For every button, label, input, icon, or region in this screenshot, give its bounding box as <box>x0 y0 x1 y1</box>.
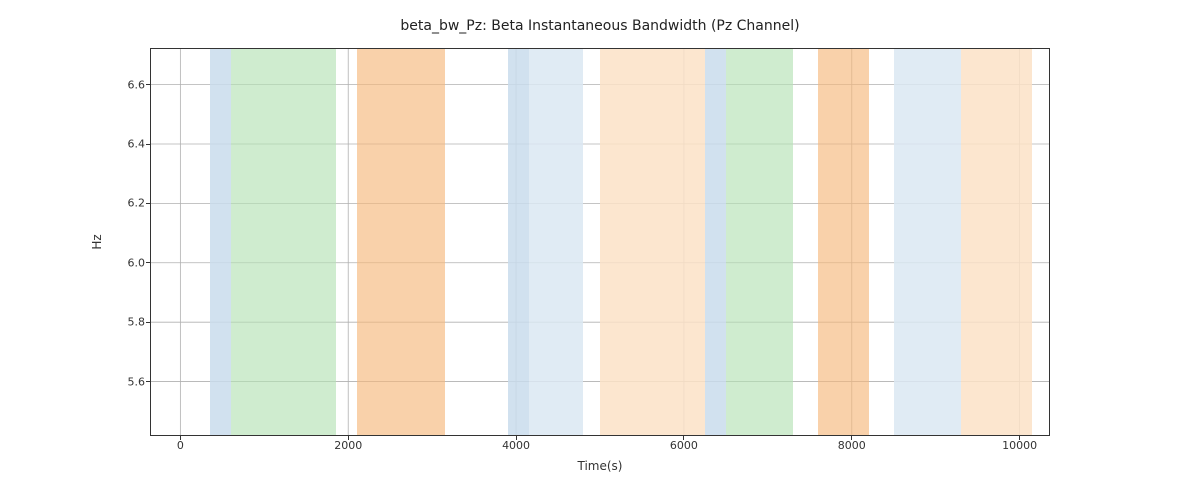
band <box>894 49 961 435</box>
y-tick-mark <box>146 322 151 323</box>
x-tick-label: 0 <box>177 439 184 452</box>
band <box>529 49 584 435</box>
band <box>231 49 336 435</box>
y-tick-label: 5.8 <box>128 316 146 329</box>
y-tick-label: 6.2 <box>128 197 146 210</box>
y-tick-mark <box>146 262 151 263</box>
chart-title: beta_bw_Pz: Beta Instantaneous Bandwidth… <box>0 18 1200 34</box>
x-tick-label: 4000 <box>502 439 530 452</box>
x-axis-label: Time(s) <box>578 459 623 473</box>
figure: beta_bw_Pz: Beta Instantaneous Bandwidth… <box>0 0 1200 500</box>
axes: Time(s) Hz 0200040006000800010000 5.65.8… <box>150 48 1050 436</box>
band <box>705 49 726 435</box>
x-tick-label: 10000 <box>1002 439 1037 452</box>
y-tick-mark <box>146 144 151 145</box>
y-tick-mark <box>146 84 151 85</box>
y-tick-label: 6.6 <box>128 78 146 91</box>
y-tick-label: 6.4 <box>128 138 146 151</box>
band <box>600 49 705 435</box>
x-tick-label: 2000 <box>334 439 362 452</box>
x-tick-label: 6000 <box>670 439 698 452</box>
band <box>961 49 1032 435</box>
y-axis-label: Hz <box>90 234 104 249</box>
band <box>508 49 529 435</box>
y-tick-mark <box>146 381 151 382</box>
y-tick-label: 6.0 <box>128 256 146 269</box>
y-tick-label: 5.6 <box>128 375 146 388</box>
plot-area <box>151 49 1049 435</box>
y-tick-mark <box>146 203 151 204</box>
band <box>818 49 868 435</box>
band <box>210 49 231 435</box>
band <box>357 49 445 435</box>
x-tick-label: 8000 <box>838 439 866 452</box>
band <box>726 49 793 435</box>
